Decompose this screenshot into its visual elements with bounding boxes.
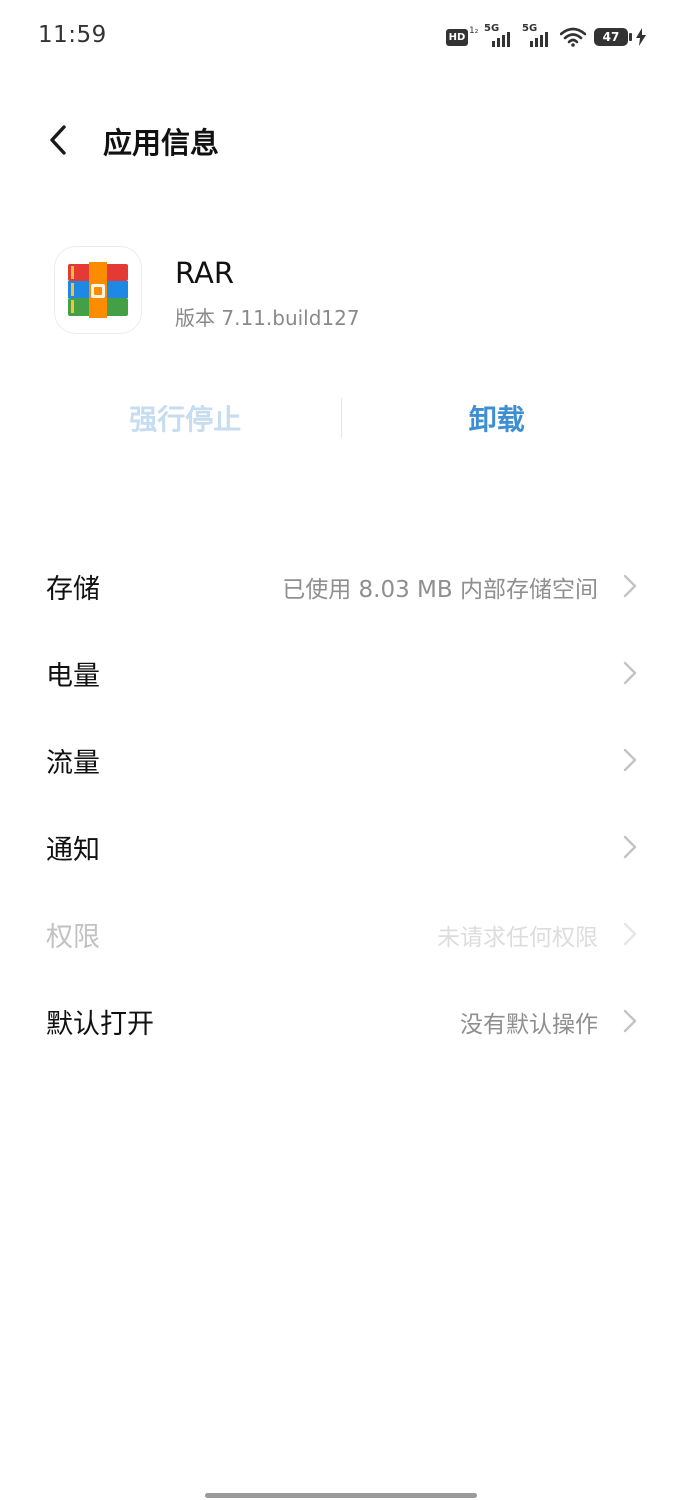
action-row: 强行停止 卸载	[30, 390, 652, 446]
status-bar: 11:59 HD 1₂ 5G 5G 47	[0, 0, 682, 72]
battery-level: 47	[602, 30, 620, 44]
settings-item-label: 存储	[46, 574, 100, 605]
wifi-icon	[560, 27, 586, 47]
settings-item-label: 权限	[46, 922, 100, 953]
chevron-left-icon	[50, 125, 66, 155]
chevron-right-icon	[623, 574, 637, 598]
status-time: 11:59	[38, 22, 107, 48]
chevron-right-icon	[623, 835, 637, 859]
rar-archive-icon	[68, 262, 128, 318]
signal-icon: 5G	[522, 23, 552, 49]
hd-icon: HD 1₂	[446, 26, 479, 48]
settings-item-value: 未请求任何权限	[437, 925, 598, 951]
battery-icon: 47	[594, 28, 632, 46]
settings-item-value: 没有默认操作	[460, 1012, 598, 1038]
chevron-right-icon	[623, 748, 637, 772]
settings-item-battery[interactable]: 电量	[0, 629, 682, 716]
force-stop-button[interactable]: 强行停止	[30, 398, 341, 438]
settings-item-value: 已使用 8.03 MB 内部存储空间	[282, 577, 598, 603]
settings-item-label: 默认打开	[46, 1009, 154, 1040]
settings-item-label: 电量	[46, 661, 100, 692]
settings-item-label: 通知	[46, 835, 100, 866]
settings-item-storage[interactable]: 存储 已使用 8.03 MB 内部存储空间	[0, 542, 682, 629]
settings-item-data-usage[interactable]: 流量	[0, 716, 682, 803]
signal-icon: 5G	[484, 23, 514, 49]
hd-label: HD	[446, 29, 468, 46]
app-version: 版本 7.11.build127	[175, 306, 360, 330]
settings-item-open-by-default[interactable]: 默认打开 没有默认操作	[0, 977, 682, 1064]
settings-item-notifications[interactable]: 通知	[0, 803, 682, 890]
chevron-right-icon	[623, 922, 637, 946]
hd-sub: 1₂	[469, 26, 479, 36]
chevron-right-icon	[623, 1009, 637, 1033]
header: 应用信息	[0, 100, 682, 180]
app-name: RAR	[175, 256, 234, 290]
back-button[interactable]	[36, 118, 80, 162]
uninstall-button[interactable]: 卸载	[342, 398, 653, 438]
settings-item-permissions: 权限 未请求任何权限	[0, 890, 682, 977]
app-icon	[54, 246, 142, 334]
page-title: 应用信息	[103, 126, 220, 160]
settings-list: 存储 已使用 8.03 MB 内部存储空间 电量 流量 通知 权限 未请求任何权…	[0, 542, 682, 1064]
settings-item-label: 流量	[46, 748, 100, 779]
app-info: RAR 版本 7.11.build127	[54, 246, 654, 336]
status-icons: HD 1₂ 5G 5G 47	[446, 23, 646, 50]
chevron-right-icon	[623, 661, 637, 685]
charging-icon	[636, 28, 646, 46]
home-indicator[interactable]	[205, 1493, 477, 1498]
